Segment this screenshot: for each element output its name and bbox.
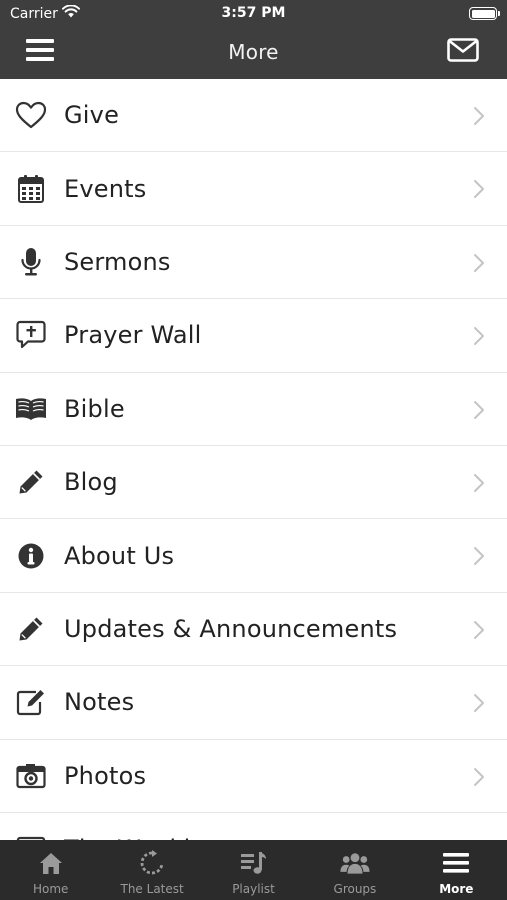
pencil-icon	[0, 446, 64, 519]
tab-home[interactable]: Home	[0, 840, 101, 900]
tab-groups[interactable]: Groups	[304, 840, 405, 900]
chevron-right-icon	[473, 106, 485, 126]
pencil-icon	[0, 592, 64, 665]
menu-item-the-weekly[interactable]: The Weekly	[0, 813, 507, 840]
menu-item-bible[interactable]: Bible	[0, 373, 507, 446]
tab-more[interactable]: More	[406, 840, 507, 900]
menu-item-about-us[interactable]: About Us	[0, 519, 507, 593]
tab-bar: Home The Latest Playlist Groups More	[0, 840, 507, 900]
menu-item-label: Give	[64, 101, 120, 130]
tab-label: Playlist	[232, 882, 275, 896]
envelope-icon	[447, 38, 479, 66]
chevron-right-icon	[473, 620, 485, 640]
menu-item-prayer-wall[interactable]: Prayer Wall	[0, 299, 507, 373]
tab-playlist[interactable]: Playlist	[203, 840, 304, 900]
chevron-right-icon	[473, 253, 485, 273]
open-book-icon	[0, 372, 64, 445]
menu-item-label: Blog	[64, 468, 118, 497]
menu-item-blog[interactable]: Blog	[0, 446, 507, 520]
chevron-right-icon	[473, 400, 485, 420]
menu-item-label: Photos	[64, 761, 147, 790]
chevron-right-icon	[473, 767, 485, 787]
menu-item-photos[interactable]: Photos	[0, 740, 507, 813]
calendar-icon	[0, 152, 64, 225]
page-title: More	[228, 40, 279, 64]
menu-item-notes[interactable]: Notes	[0, 666, 507, 740]
playlist-icon	[239, 848, 269, 878]
battery-icon	[469, 7, 500, 20]
tab-label: More	[439, 882, 474, 896]
refresh-icon	[137, 848, 167, 878]
menu-item-give[interactable]: Give	[0, 79, 507, 153]
menu-item-label: Sermons	[64, 247, 171, 276]
camera-icon	[0, 739, 64, 812]
chevron-right-icon	[473, 473, 485, 493]
hamburger-menu-icon	[441, 848, 471, 878]
menu-item-label: About Us	[64, 541, 175, 570]
menu-item-label: Events	[64, 174, 147, 203]
newspaper-icon	[0, 813, 64, 840]
heart-icon	[0, 79, 64, 152]
prayer-bubble-icon	[0, 299, 64, 372]
groups-icon	[340, 848, 370, 878]
menu-item-label: Prayer Wall	[64, 321, 202, 350]
status-bar: Carrier 3:57 PM	[0, 0, 507, 28]
menu-item-sermons[interactable]: Sermons	[0, 225, 507, 300]
menu-item-label: Notes	[64, 688, 135, 717]
info-icon	[0, 519, 64, 592]
app: Carrier 3:57 PM More Give Events Sermons…	[0, 0, 507, 900]
home-icon	[36, 848, 66, 878]
nav-bar: More	[0, 28, 507, 79]
menu-item-events[interactable]: Events	[0, 152, 507, 226]
tab-the-latest[interactable]: The Latest	[101, 840, 202, 900]
menu-item-label: Updates & Announcements	[64, 614, 398, 643]
menu-item-label: Bible	[64, 394, 125, 423]
edit-note-icon	[0, 666, 64, 739]
messages-button[interactable]	[445, 36, 481, 68]
more-menu-list: Give Events Sermons Prayer Wall Bible Blog Abo…	[0, 79, 507, 840]
tab-label: The Latest	[120, 882, 184, 896]
top-bar: Carrier 3:57 PM More	[0, 0, 507, 79]
chevron-right-icon	[473, 179, 485, 199]
tab-label: Home	[32, 882, 69, 896]
microphone-icon	[0, 225, 64, 298]
tab-label: Groups	[333, 882, 377, 896]
chevron-right-icon	[473, 546, 485, 566]
chevron-right-icon	[473, 693, 485, 713]
menu-item-updates-and-announcements[interactable]: Updates & Announcements	[0, 592, 507, 667]
chevron-right-icon	[473, 326, 485, 346]
status-time: 3:57 PM	[221, 5, 286, 21]
